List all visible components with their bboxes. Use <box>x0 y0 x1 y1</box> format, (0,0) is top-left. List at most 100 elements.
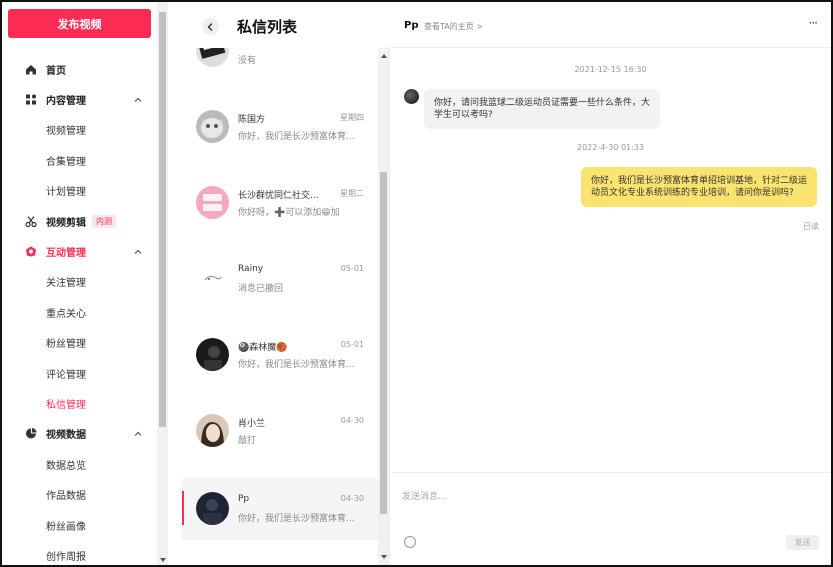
chart-icon <box>24 427 37 440</box>
conversation-name: Pp <box>238 494 250 504</box>
sidebar: 发布视频 首页 内容管理 视频管理 合集管理 计划管理 视频剪辑 内测 互动管理 关注管理 重点关… <box>2 2 168 565</box>
conversation-item[interactable]: Pp 04-30 你好，我们是长沙预富体育... <box>182 478 378 540</box>
sidebar-item[interactable]: 首页 <box>2 54 157 84</box>
conversation-name: 肖小兰 <box>238 419 266 429</box>
chevron-up-icon[interactable] <box>133 95 143 105</box>
sidebar-item-label: 视频剪辑 <box>46 217 86 229</box>
scroll-down-arrow-icon[interactable] <box>160 558 166 562</box>
conversation-preview: 你好，我们是长沙预富体育... <box>238 360 355 370</box>
home-icon <box>24 63 37 76</box>
sidebar-item[interactable]: 计划管理 <box>2 176 157 206</box>
publish-video-button[interactable]: 发布视频 <box>8 9 151 38</box>
conversation-time: 04-30 <box>340 494 364 503</box>
sidebar-item[interactable]: 作品数据 <box>2 479 157 509</box>
read-status: 已读 <box>803 222 819 231</box>
conversation-preview: 消息已撤回 <box>238 284 284 294</box>
list-scrollbar[interactable] <box>378 48 389 565</box>
conversation-time: 星期四 <box>340 113 364 122</box>
conversation-preview: 你好，我们是长沙预富体育... <box>238 514 355 524</box>
emoji-icon[interactable] <box>404 536 416 548</box>
sidebar-item[interactable]: 重点关心 <box>2 297 157 327</box>
sidebar-item-label: 数据总览 <box>46 460 86 472</box>
sidebar-item-label: 评论管理 <box>46 369 86 381</box>
avatar <box>196 338 229 371</box>
conversation-item[interactable]: 长沙群忧同仁社交... 星期二 你好呀，➕可以添加😁加 <box>182 172 378 234</box>
sidebar-item-label: 粉丝画像 <box>46 521 86 533</box>
sidebar-scrollbar[interactable] <box>157 2 168 565</box>
back-button[interactable] <box>202 18 219 35</box>
chat-contact-name: Pp <box>404 20 419 31</box>
sidebar-item-label: 内容管理 <box>46 96 86 108</box>
view-profile-link[interactable]: 查看TA的主页 > <box>424 21 483 32</box>
conversation-list: 山岩星期四没有陈国方 星期四你好，我们是长沙预富体育... 长沙群忧同仁社交... 星… <box>182 48 378 565</box>
avatar <box>196 262 229 295</box>
sidebar-item-label: 创作周报 <box>46 551 86 563</box>
sidebar-item-label: 作品数据 <box>46 491 86 503</box>
conversation-item[interactable]: 陈国方 星期四你好，我们是长沙预富体育... <box>182 96 378 158</box>
message-input[interactable] <box>402 487 802 507</box>
conversation-time: 05-01 <box>340 264 364 273</box>
sidebar-item[interactable]: 视频管理 <box>2 115 157 145</box>
sidebar-item[interactable]: 私信管理 <box>2 388 157 418</box>
sidebar-item[interactable]: 互动管理 <box>2 236 157 266</box>
sidebar-item-label: 互动管理 <box>46 248 86 260</box>
list-scrollbar-thumb[interactable] <box>380 172 387 514</box>
chevron-up-icon[interactable] <box>133 429 143 439</box>
conversation-preview: 敲打 <box>238 436 257 446</box>
conversation-item[interactable]: 山岩星期四没有 <box>182 48 378 82</box>
outgoing-message: 你好，我们是长沙预富体育单招培训基地，针对二级运动员文化专业系统训练的专业培训，… <box>581 167 817 207</box>
sidebar-item[interactable]: 视频剪辑 内测 <box>2 206 157 236</box>
conversation-time: 星期二 <box>340 189 364 198</box>
sidebar-item[interactable]: 视频数据 <box>2 419 157 449</box>
sidebar-item-label: 首页 <box>46 65 66 77</box>
chat-header: Pp 查看TA的主页 > ··· <box>390 2 831 48</box>
sidebar-scrollbar-thumb[interactable] <box>159 12 166 427</box>
conversation-name: 山岩 <box>238 48 256 49</box>
sidebar-item-label: 粉丝管理 <box>46 339 86 351</box>
scissors-icon <box>24 215 37 228</box>
conversation-preview: 你好呀，➕可以添加😁加 <box>238 208 340 218</box>
conversation-item[interactable]: 🎱森林魔🏀 05-01 你好，我们是长沙预富体育... <box>182 324 378 386</box>
sidebar-item[interactable]: 粉丝管理 <box>2 328 157 358</box>
sidebar-item[interactable]: 评论管理 <box>2 358 157 388</box>
chevron-left-icon <box>207 22 213 31</box>
conversation-preview: 没有 <box>238 56 257 66</box>
more-options-button[interactable]: ··· <box>809 16 819 30</box>
conversation-list-panel: 私信列表 山岩星期四没有陈国方 星期四你好，我们是长沙预富体育... 长沙群忧同仁社… <box>182 2 390 565</box>
scroll-up-arrow-icon[interactable] <box>381 54 387 58</box>
sidebar-item-label: 重点关心 <box>46 308 86 320</box>
sidebar-item-label: 合集管理 <box>46 156 86 168</box>
message-timestamp: 2021-12-15 16:30 <box>574 65 647 74</box>
sidebar-item-label: 关注管理 <box>46 278 86 290</box>
sidebar-item-label: 私信管理 <box>46 399 86 411</box>
sidebar-item-label: 视频数据 <box>46 430 86 442</box>
app-window: 发布视频 首页 内容管理 视频管理 合集管理 计划管理 视频剪辑 内测 互动管理 关注管理 重点关… <box>0 0 833 567</box>
chevron-up-icon[interactable] <box>133 247 143 257</box>
sidebar-item[interactable]: 数据总览 <box>2 449 157 479</box>
sidebar-item[interactable]: 关注管理 <box>2 267 157 297</box>
sidebar-item[interactable]: 内容管理 <box>2 84 157 114</box>
conversation-name: 陈国方 <box>238 115 266 125</box>
sidebar-item[interactable]: 合集管理 <box>2 145 157 175</box>
conversation-item[interactable]: 肖小兰 04-30 敲打 <box>182 400 378 462</box>
list-header: 私信列表 <box>182 2 390 48</box>
conversation-item[interactable]: Rainy 05-01 消息已撤回 <box>182 248 378 310</box>
message-composer: 发送 <box>390 472 831 565</box>
avatar <box>196 492 229 525</box>
sidebar-item[interactable]: 创作周报 <box>2 540 157 565</box>
sidebar-item[interactable]: 粉丝画像 <box>2 510 157 540</box>
chat-panel: Pp 查看TA的主页 > ··· 2021-12-15 16:30 你好，请问我… <box>390 2 831 565</box>
conversation-name: Rainy <box>238 264 264 274</box>
scroll-down-arrow-icon[interactable] <box>381 555 387 559</box>
interaction-icon <box>24 245 37 258</box>
beta-badge: 内测 <box>92 214 116 228</box>
message-area: 2021-12-15 16:30 你好，请问我篮球二级运动员证需要一些什么条件，… <box>390 49 831 472</box>
conversation-preview: 你好，我们是长沙预富体育... <box>238 132 355 142</box>
avatar <box>196 110 229 143</box>
contact-avatar <box>404 89 419 104</box>
page-title: 私信列表 <box>237 18 298 36</box>
send-button[interactable]: 发送 <box>786 535 819 550</box>
grid-icon <box>24 93 37 106</box>
avatar <box>196 186 229 219</box>
incoming-message: 你好，请问我篮球二级运动员证需要一些什么条件，大学生可以考吗? <box>424 89 660 129</box>
